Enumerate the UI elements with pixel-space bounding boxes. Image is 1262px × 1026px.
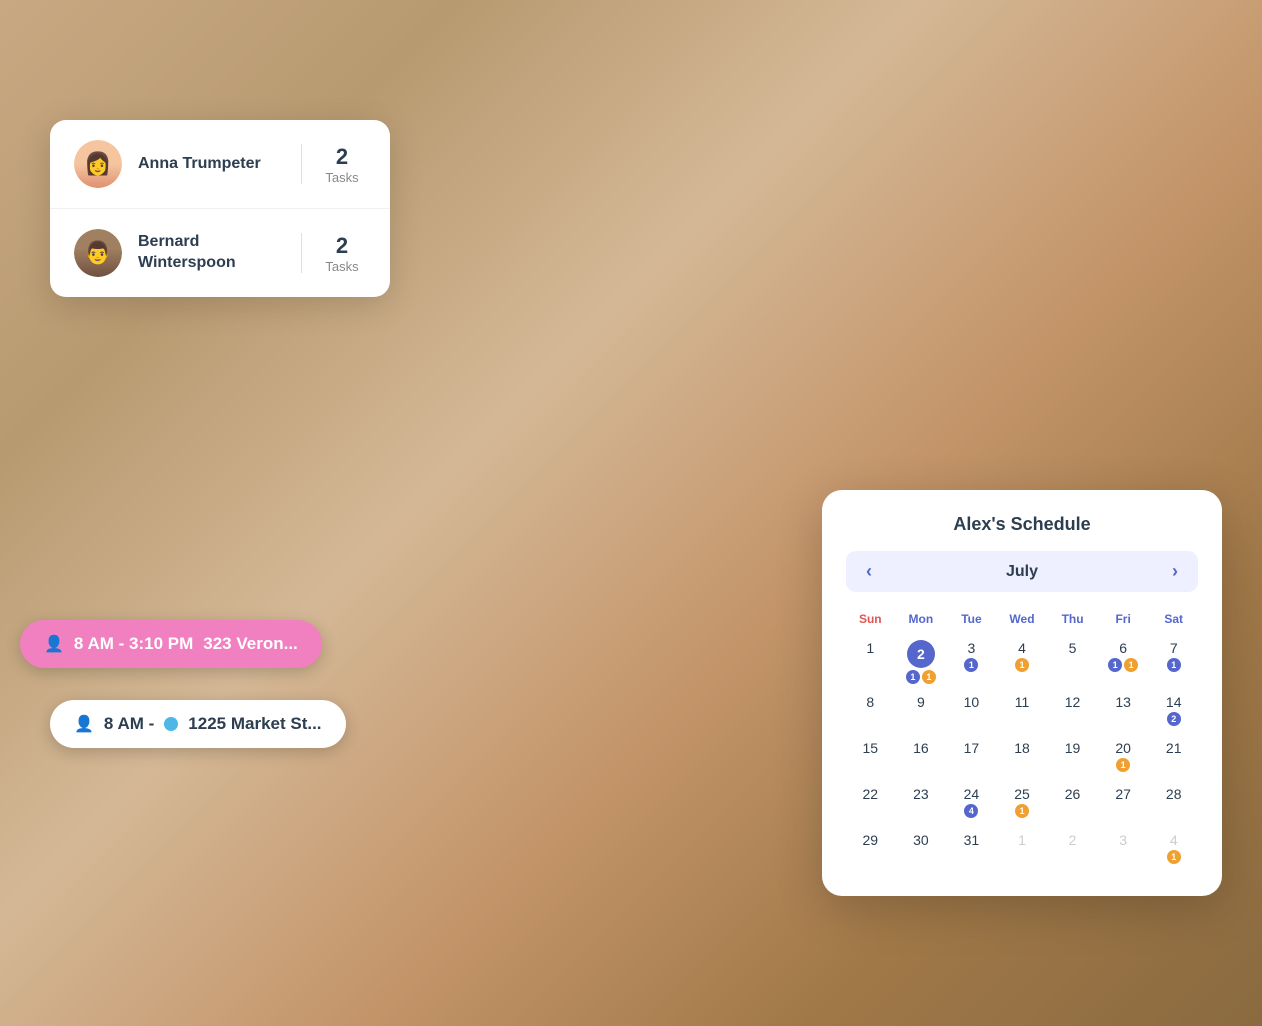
calendar-grid: Sun Mon Tue Wed Thu Fri Sat 1 2 11 3 1 4… bbox=[846, 608, 1198, 872]
day-header-sun: Sun bbox=[846, 608, 895, 634]
face-anna: 👩 bbox=[74, 140, 122, 188]
next-month-button[interactable]: › bbox=[1168, 561, 1182, 582]
cal-cell[interactable]: 26 bbox=[1048, 782, 1097, 826]
cal-cell[interactable]: 9 bbox=[897, 690, 946, 734]
cal-cell[interactable]: 27 bbox=[1099, 782, 1148, 826]
calendar-nav: ‹ July › bbox=[846, 551, 1198, 592]
cal-cell[interactable]: 15 bbox=[846, 736, 895, 780]
cal-cell[interactable]: 16 bbox=[897, 736, 946, 780]
person-icon: 👤 bbox=[44, 634, 64, 654]
cal-cell[interactable]: 17 bbox=[947, 736, 996, 780]
cal-cell[interactable]: 4 1 bbox=[998, 636, 1047, 688]
day-header-tue: Tue bbox=[947, 608, 996, 634]
task-card: 👩 Anna Trumpeter 2 Tasks 👨 Bernard Winte… bbox=[50, 120, 390, 297]
day-header-thu: Thu bbox=[1048, 608, 1097, 634]
pill-white-address: 1225 Market St... bbox=[188, 714, 321, 734]
cal-cell[interactable]: 23 bbox=[897, 782, 946, 826]
cal-cell[interactable]: 10 bbox=[947, 690, 996, 734]
day-header-wed: Wed bbox=[998, 608, 1047, 634]
cal-cell[interactable]: 7 1 bbox=[1149, 636, 1198, 688]
cal-cell[interactable]: 19 bbox=[1048, 736, 1097, 780]
prev-month-button[interactable]: ‹ bbox=[862, 561, 876, 582]
person-name-anna: Anna Trumpeter bbox=[138, 154, 285, 175]
task-divider bbox=[301, 233, 302, 273]
avatar-anna: 👩 bbox=[74, 140, 122, 188]
calendar-title: Alex's Schedule bbox=[846, 514, 1198, 535]
day-header-fri: Fri bbox=[1099, 608, 1148, 634]
cal-cell[interactable]: 3 1 bbox=[947, 636, 996, 688]
cal-cell[interactable]: 28 bbox=[1149, 782, 1198, 826]
cal-cell[interactable]: 2 bbox=[1048, 828, 1097, 872]
cal-cell[interactable]: 8 bbox=[846, 690, 895, 734]
cal-cell[interactable]: 1 bbox=[998, 828, 1047, 872]
day-header-sat: Sat bbox=[1149, 608, 1198, 634]
calendar-month: July bbox=[1006, 563, 1038, 581]
cal-cell[interactable]: 31 bbox=[947, 828, 996, 872]
cal-cell[interactable]: 11 bbox=[998, 690, 1047, 734]
avatar-bernard: 👨 bbox=[74, 229, 122, 277]
cal-cell[interactable]: 14 2 bbox=[1149, 690, 1198, 734]
pill-white-time: 8 AM - bbox=[104, 714, 154, 734]
pill-pink-address: 323 Veron... bbox=[203, 634, 298, 654]
task-row: 👨 Bernard Winterspoon 2 Tasks bbox=[50, 209, 390, 297]
cal-cell[interactable]: 5 bbox=[1048, 636, 1097, 688]
task-row: 👩 Anna Trumpeter 2 Tasks bbox=[50, 120, 390, 209]
cal-cell[interactable]: 13 bbox=[1099, 690, 1148, 734]
cal-cell[interactable]: 18 bbox=[998, 736, 1047, 780]
cal-cell[interactable]: 22 bbox=[846, 782, 895, 826]
pill-pink-time: 8 AM - 3:10 PM bbox=[74, 634, 193, 654]
cal-cell[interactable]: 25 1 bbox=[998, 782, 1047, 826]
day-header-mon: Mon bbox=[897, 608, 946, 634]
schedule-pill-pink: 👤 8 AM - 3:10 PM 323 Veron... bbox=[20, 620, 322, 668]
person-icon-2: 👤 bbox=[74, 714, 94, 734]
task-count-anna: 2 Tasks bbox=[318, 144, 366, 185]
status-dot bbox=[164, 717, 178, 731]
person-name-bernard: Bernard Winterspoon bbox=[138, 232, 285, 274]
calendar-card: Alex's Schedule ‹ July › Sun Mon Tue Wed… bbox=[822, 490, 1222, 896]
task-count-bernard: 2 Tasks bbox=[318, 233, 366, 274]
cal-cell[interactable]: 1 bbox=[846, 636, 895, 688]
cal-cell[interactable]: 30 bbox=[897, 828, 946, 872]
cal-cell[interactable]: 4 1 bbox=[1149, 828, 1198, 872]
schedule-pill-white: 👤 8 AM - 1225 Market St... bbox=[50, 700, 346, 748]
task-divider bbox=[301, 144, 302, 184]
cal-cell[interactable]: 20 1 bbox=[1099, 736, 1148, 780]
cal-cell[interactable]: 21 bbox=[1149, 736, 1198, 780]
cal-cell[interactable]: 6 11 bbox=[1099, 636, 1148, 688]
cal-cell[interactable]: 2 11 bbox=[897, 636, 946, 688]
cal-cell[interactable]: 29 bbox=[846, 828, 895, 872]
cal-cell[interactable]: 12 bbox=[1048, 690, 1097, 734]
cal-cell[interactable]: 3 bbox=[1099, 828, 1148, 872]
cal-cell[interactable]: 24 4 bbox=[947, 782, 996, 826]
face-bernard: 👨 bbox=[74, 229, 122, 277]
